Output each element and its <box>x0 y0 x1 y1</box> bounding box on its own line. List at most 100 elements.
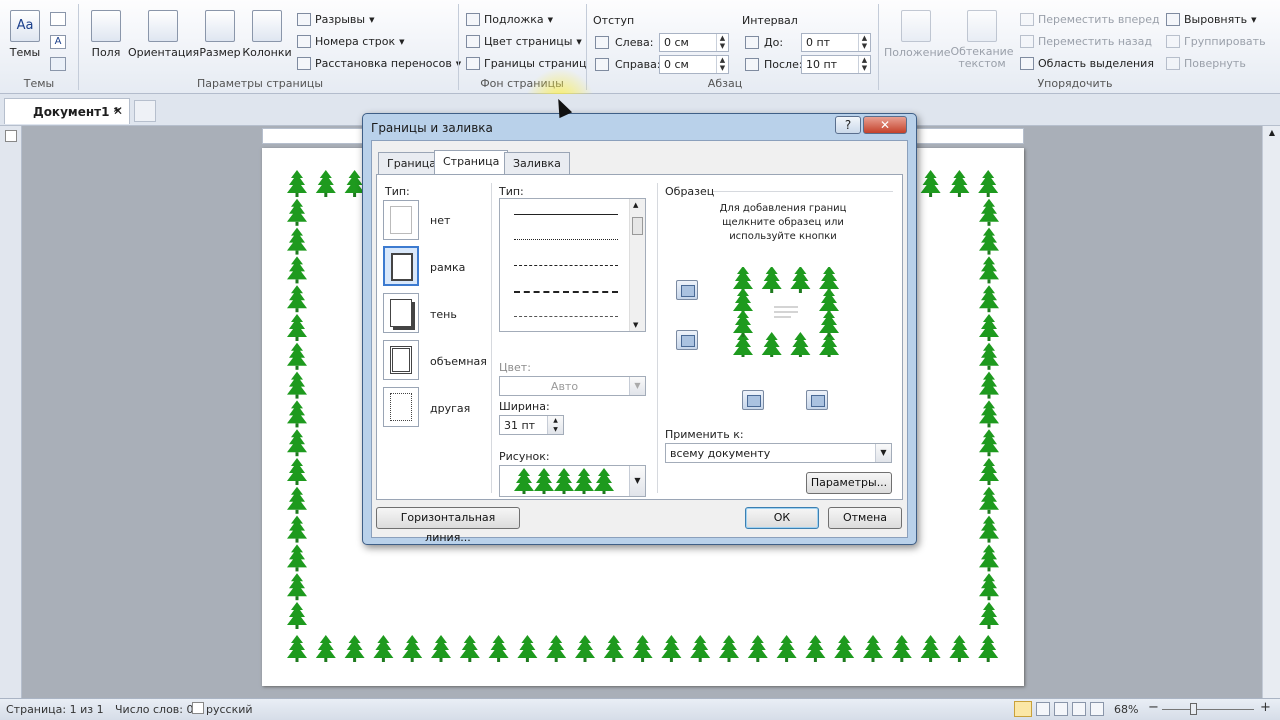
hyphenation-button[interactable]: Расстановка переносов▼ <box>297 57 461 70</box>
zoom-in-icon[interactable]: + <box>1260 700 1271 715</box>
scroll-down-icon[interactable]: ▼ <box>633 321 638 329</box>
rotate-button[interactable]: Повернуть <box>1166 57 1246 70</box>
page-color-button[interactable]: Цвет страницы ▼ <box>466 35 582 48</box>
scroll-up-icon[interactable]: ▲ <box>1265 128 1279 142</box>
chevron-down-icon[interactable]: ▼ <box>629 377 645 395</box>
tab-shading[interactable]: Заливка <box>504 152 570 174</box>
type-none-option[interactable] <box>383 200 419 240</box>
top-border-button[interactable] <box>676 280 698 300</box>
wrap-text-button[interactable]: Обтекание текстом <box>950 10 1014 70</box>
close-icon[interactable]: ✕ <box>113 104 123 118</box>
new-tab-icon[interactable] <box>134 100 156 122</box>
document-tab[interactable]: Документ1 * ✕ <box>4 98 130 124</box>
width-spinner[interactable]: 31 пт ▲ ▼ <box>499 415 564 435</box>
spinner-arrows-icon[interactable]: ▲ ▼ <box>858 34 870 51</box>
themes-icon: Aa <box>10 10 40 42</box>
preview-title: Образец <box>665 185 715 198</box>
color-dropdown[interactable]: Авто ▼ <box>499 376 646 396</box>
type-custom-option[interactable] <box>383 387 419 427</box>
spacing-before-spinner[interactable]: 0 пт ▲ ▼ <box>801 33 871 52</box>
zoom-out-icon[interactable]: − <box>1148 700 1159 715</box>
chevron-down-icon[interactable]: ▼ <box>875 444 891 462</box>
close-icon[interactable]: ✕ <box>863 116 907 134</box>
scroll-up-icon[interactable]: ▲ <box>633 201 638 209</box>
line-style-solid[interactable] <box>514 214 618 215</box>
line-numbers-button[interactable]: Номера строк ▼ <box>297 35 405 48</box>
chevron-down-icon[interactable]: ▼ <box>629 466 645 496</box>
ribbon: Aa Темы A Темы Поля Ориентация Размер Ко… <box>0 0 1280 94</box>
print-layout-icon[interactable] <box>1014 701 1032 717</box>
web-layout-icon[interactable] <box>1054 702 1068 716</box>
indent-left-spinner[interactable]: 0 см ▲ ▼ <box>659 33 729 52</box>
tree-icon <box>287 256 307 284</box>
preview-sample[interactable] <box>731 266 841 359</box>
art-dropdown[interactable]: ▼ <box>499 465 646 497</box>
tree-icon <box>979 371 999 399</box>
spinner-arrows-icon[interactable]: ▲ ▼ <box>716 34 728 51</box>
full-screen-icon[interactable] <box>1036 702 1050 716</box>
type-3d-label[interactable]: объемная <box>430 355 487 368</box>
apply-to-dropdown[interactable]: всему документу ▼ <box>665 443 892 463</box>
spacing-after-spinner[interactable]: 10 пт ▲ ▼ <box>801 55 871 74</box>
type-3d-option[interactable] <box>383 340 419 380</box>
tree-icon <box>863 635 883 662</box>
options-button[interactable]: Параметры... <box>806 472 892 494</box>
vertical-scrollbar[interactable]: ▲ <box>1262 126 1280 698</box>
type-box-label[interactable]: рамка <box>430 261 465 274</box>
themes-button[interactable]: Aa Темы <box>6 10 44 59</box>
theme-colors-icon[interactable] <box>50 12 66 26</box>
page-count[interactable]: Страница: 1 из 1 <box>6 703 104 716</box>
position-button[interactable]: Положение <box>884 10 951 59</box>
list-scrollbar[interactable]: ▲ ▼ <box>629 199 645 331</box>
orientation-button[interactable]: Ориентация <box>128 10 199 59</box>
line-style-list[interactable]: ▲ ▼ <box>499 198 646 332</box>
type-box-option[interactable] <box>383 246 419 286</box>
draft-icon[interactable] <box>1090 702 1104 716</box>
indent-right-spinner[interactable]: 0 см ▲ ▼ <box>659 55 729 74</box>
line-style-dash-dot[interactable] <box>514 316 618 317</box>
language[interactable]: русский <box>206 703 253 716</box>
margins-button[interactable]: Поля <box>86 10 126 59</box>
type-shadow-label[interactable]: тень <box>430 308 457 321</box>
zoom-slider[interactable] <box>1162 709 1254 710</box>
zoom-slider-thumb[interactable] <box>1190 703 1197 715</box>
word-count[interactable]: Число слов: 0 <box>115 703 194 716</box>
watermark-button[interactable]: Подложка ▼ <box>466 13 553 26</box>
type-custom-label[interactable]: другая <box>430 402 470 415</box>
send-backward-button[interactable]: Переместить назад <box>1020 35 1152 48</box>
right-border-button[interactable] <box>806 390 828 410</box>
left-border-button[interactable] <box>742 390 764 410</box>
bring-forward-button[interactable]: Переместить вперед <box>1020 13 1160 26</box>
column-divider <box>657 183 658 493</box>
tree-icon <box>287 515 307 543</box>
spacing-before-icon <box>745 36 759 49</box>
group-button[interactable]: Группировать <box>1166 35 1266 48</box>
tab-page[interactable]: Страница <box>434 150 509 175</box>
outline-icon[interactable] <box>1072 702 1086 716</box>
bottom-border-button[interactable] <box>676 330 698 350</box>
type-none-label[interactable]: нет <box>430 214 450 227</box>
zoom-level[interactable]: 68% <box>1114 703 1138 716</box>
columns-button[interactable]: Колонки <box>242 10 292 59</box>
scroll-thumb[interactable] <box>632 217 643 235</box>
breaks-button[interactable]: Разрывы ▼ <box>297 13 374 26</box>
spinner-arrows-icon[interactable]: ▲ ▼ <box>716 56 728 73</box>
align-button[interactable]: Выровнять ▼ <box>1166 13 1257 26</box>
cancel-button[interactable]: Отмена <box>828 507 902 529</box>
tab-selector-icon[interactable] <box>5 130 17 142</box>
line-style-dashed-small[interactable] <box>514 265 618 266</box>
ok-button[interactable]: ОК <box>745 507 819 529</box>
bring-forward-icon <box>1020 13 1034 26</box>
selection-pane-button[interactable]: Область выделения <box>1020 57 1154 70</box>
spinner-arrows-icon[interactable]: ▲ ▼ <box>547 416 563 434</box>
horizontal-line-button[interactable]: Горизонтальная линия... <box>376 507 520 544</box>
theme-fonts-icon[interactable]: A <box>50 35 66 49</box>
type-shadow-option[interactable] <box>383 293 419 333</box>
line-style-dashed[interactable] <box>514 291 618 293</box>
line-style-dotted[interactable] <box>514 239 618 240</box>
size-button[interactable]: Размер <box>198 10 242 59</box>
spinner-arrows-icon[interactable]: ▲ ▼ <box>858 56 870 73</box>
help-icon[interactable]: ? <box>835 116 861 134</box>
proofing-icon[interactable] <box>192 702 204 714</box>
theme-effects-icon[interactable] <box>50 57 66 71</box>
